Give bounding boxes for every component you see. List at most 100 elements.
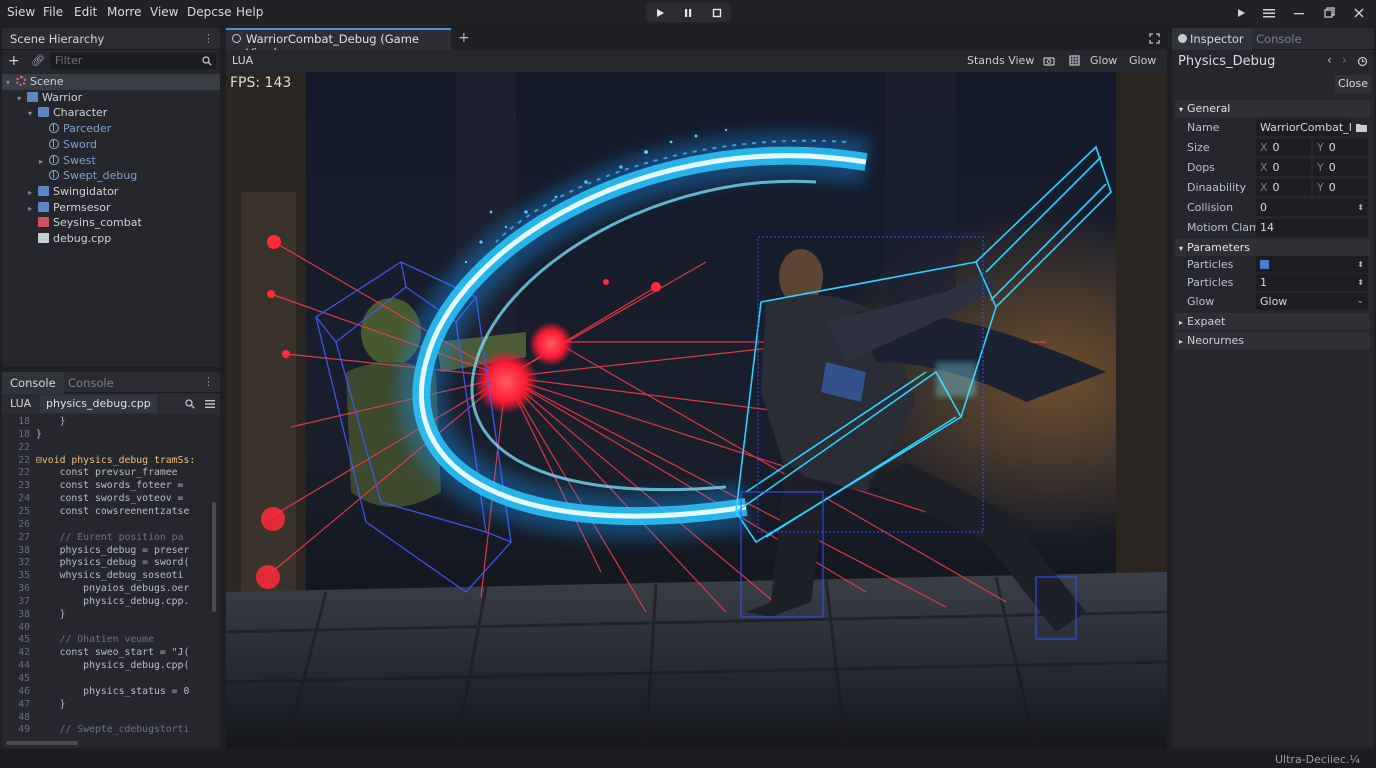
game-viewport[interactable]: FPS: 143 [226, 72, 1167, 749]
script-icon [38, 217, 49, 228]
code-line: 40 [2, 622, 36, 635]
code-scrollbar[interactable] [212, 502, 216, 612]
tree-item[interactable]: Seysins_combat [2, 215, 220, 231]
motion-field[interactable]: 14 [1256, 219, 1368, 236]
code-h-scrollbar[interactable] [6, 741, 78, 745]
glow-toggle-1[interactable]: Glow [1090, 54, 1117, 67]
close-window-button[interactable] [1348, 3, 1370, 22]
tree-item[interactable]: ▸ Swest [2, 153, 220, 169]
glow-select[interactable]: Glow ⌄ [1256, 293, 1368, 310]
particles-count-field[interactable]: 1 ⬍ [1256, 274, 1368, 291]
section-expaet[interactable]: ▸ Expaet [1175, 313, 1370, 330]
code-text: } [36, 608, 66, 620]
viewport-lang-label[interactable]: LUA [232, 54, 253, 67]
expand-arrow-icon[interactable]: ▸ [39, 154, 49, 170]
tree-item[interactable]: Parceder [2, 121, 220, 137]
section-neorurnes[interactable]: ▸ Neorurnes [1175, 332, 1370, 349]
code-panel-tabs: Console Console ⋮ [2, 372, 220, 394]
restore-icon [1323, 7, 1335, 18]
viewport-tab[interactable]: WarriorCombat_Debug (Game View) [226, 28, 451, 60]
maximize-button[interactable] [1318, 3, 1340, 22]
menu-morre[interactable]: Morre [107, 5, 141, 19]
line-number: 18 [18, 416, 30, 427]
hamburger-menu-button[interactable] [1258, 3, 1280, 22]
code-text: // Eurent position pa [36, 531, 184, 543]
back-arrow-icon[interactable]: ‹ [1327, 53, 1332, 67]
size-x-field[interactable]: X0 [1256, 139, 1311, 156]
line-number: 49 [18, 724, 30, 736]
expand-arrow-icon[interactable]: ▸ [28, 201, 38, 217]
code-text: const cowsreenentzatse [36, 505, 190, 517]
dops-x-field[interactable]: X0 [1256, 159, 1311, 176]
collision-field[interactable]: 0 ⬍ [1256, 199, 1368, 216]
menu-edit[interactable]: Edit [74, 5, 97, 19]
menu-depcse[interactable]: Depcse [187, 5, 231, 19]
panel-options-icon[interactable]: ⋮ [203, 32, 214, 45]
tree-item-label: Sword [63, 137, 98, 151]
tree-item-label: Swept_debug [63, 169, 138, 183]
menu-view[interactable]: View [150, 5, 178, 19]
size-y-field[interactable]: Y0 [1313, 139, 1368, 156]
menu-help[interactable]: Help [236, 5, 263, 19]
particles-checkbox[interactable] [1260, 260, 1269, 269]
scene-hierarchy-header: Scene Hierarchy ⋮ [2, 28, 220, 50]
tree-item[interactable]: ▾ Character [2, 105, 220, 121]
add-tab-icon[interactable]: + [458, 30, 470, 46]
filter-input[interactable]: Filter [50, 53, 216, 69]
code-editor[interactable]: 18 } 18} 22 22 ⊟void physics_debug tramSs: 22… [2, 416, 212, 741]
expand-arrow-icon[interactable]: ▸ [28, 185, 38, 201]
lang-label[interactable]: LUA [10, 397, 31, 410]
stands-view-button[interactable]: Stands View [967, 54, 1034, 67]
forward-arrow-icon[interactable]: › [1342, 53, 1347, 67]
file-tab[interactable]: physics_debug.cpp [40, 395, 157, 413]
section-parameters[interactable]: ▾ Parameters [1175, 239, 1370, 256]
add-node-icon[interactable]: + [8, 53, 20, 69]
tree-item[interactable]: ▸ Swingidator [2, 184, 220, 200]
code-text: } [36, 698, 66, 710]
run-button[interactable] [1230, 3, 1252, 22]
pause-button[interactable] [674, 3, 702, 22]
stone-floor [226, 572, 1167, 749]
tree-item[interactable]: Swept_debug [2, 168, 220, 184]
scene-hierarchy-title[interactable]: Scene Hierarchy [2, 28, 112, 50]
tree-item[interactable]: debug.cpp [2, 231, 220, 247]
particles-checkbox-field[interactable]: ⬍ [1256, 256, 1368, 273]
code-panel: Console Console ⋮ LUA physics_debug.cpp … [2, 372, 220, 748]
dinaability-y-field[interactable]: Y0 [1313, 179, 1368, 196]
code-line: 44 physics_debug.cpp( [2, 660, 189, 673]
close-button[interactable]: Close [1335, 75, 1371, 93]
dops-y-field[interactable]: Y0 [1313, 159, 1368, 176]
line-number: 18 [18, 428, 30, 440]
fullscreen-icon [1149, 33, 1160, 44]
tree-item[interactable]: Sword [2, 137, 220, 153]
code-line: 45 // Ohatien veume [2, 634, 154, 647]
camera-icon [1043, 57, 1055, 66]
expand-arrow-icon[interactable]: ▾ [28, 106, 38, 122]
code-line: 42 const sweo_start = "J( [2, 647, 189, 660]
play-button[interactable] [646, 3, 674, 22]
stop-button[interactable] [703, 3, 731, 22]
panel-options-icon[interactable]: ⋮ [203, 375, 214, 388]
section-general[interactable]: ▾ General [1175, 100, 1370, 117]
grid-icon [1069, 55, 1080, 66]
code-text: ⊟void physics_debug tramSs: [36, 454, 196, 466]
menu-file[interactable]: File [43, 5, 63, 19]
tree-item[interactable]: ▾ Scene [2, 74, 220, 90]
expand-arrow-icon[interactable]: ▾ [17, 91, 27, 107]
tree-item[interactable]: ▾ Warrior [2, 90, 220, 106]
glow-label: Glow [1187, 295, 1215, 308]
dinaability-x-field[interactable]: X0 [1256, 179, 1311, 196]
line-number: 45 [18, 673, 30, 684]
minimize-button[interactable] [1288, 3, 1310, 22]
tab-console-2[interactable]: Console [60, 372, 122, 394]
menu-siew[interactable]: Siew [7, 5, 35, 19]
tab-console[interactable]: Console [2, 372, 64, 394]
name-field[interactable]: WarriorCombat_I [1256, 119, 1352, 136]
tab-console[interactable]: Console [1248, 28, 1310, 50]
line-number: 42 [18, 647, 30, 659]
glow-toggle-2[interactable]: Glow [1129, 54, 1156, 67]
expand-arrow-icon[interactable]: ▾ [6, 75, 16, 91]
link-icon[interactable]: 🔗︎ [31, 54, 45, 67]
tree-item[interactable]: ▸ Permsesor [2, 200, 220, 216]
folder-icon [38, 107, 49, 118]
